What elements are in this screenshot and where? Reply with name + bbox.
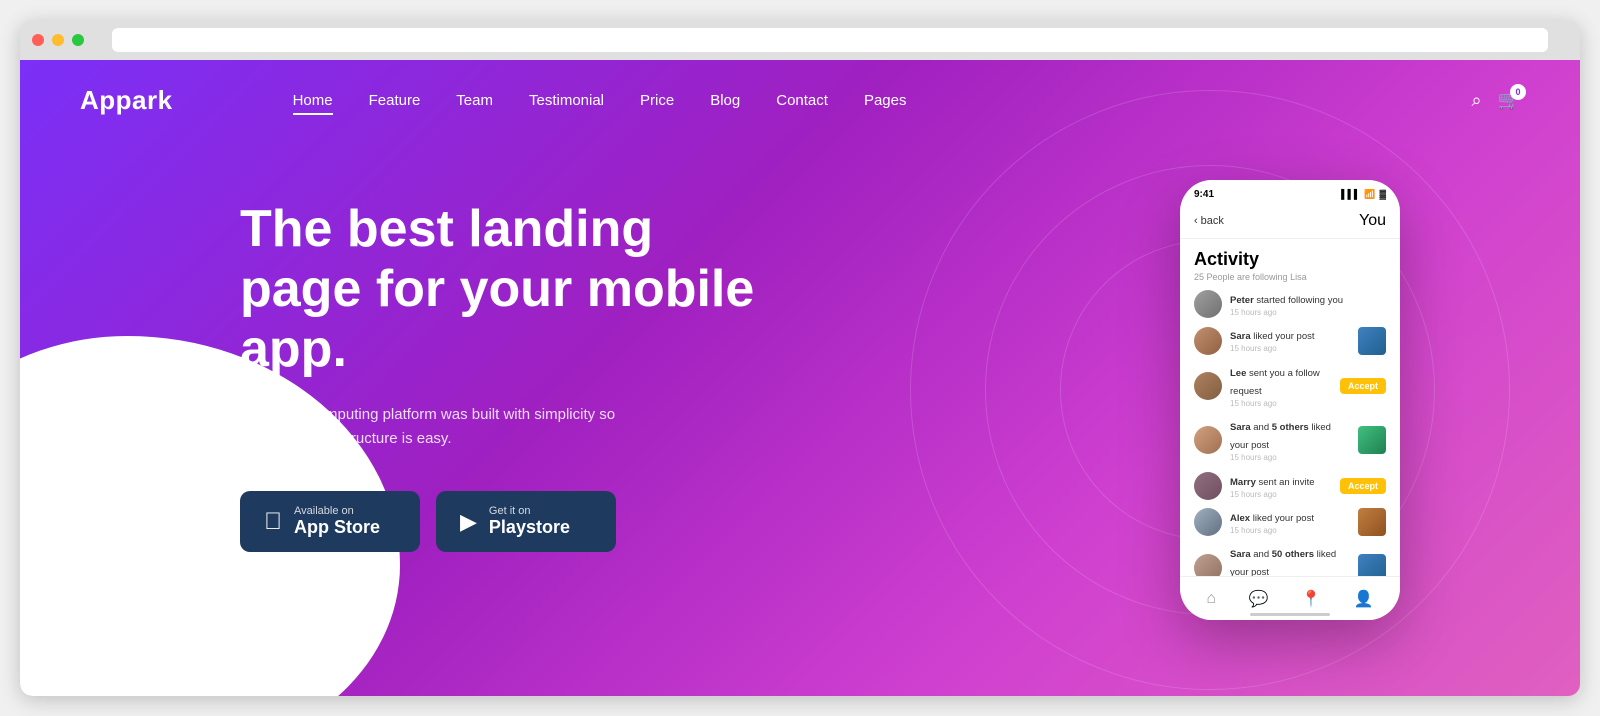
activity-item: Peter started following you15 hours ago <box>1194 290 1386 318</box>
activity-text: Alex liked your post15 hours ago <box>1230 513 1350 536</box>
back-label: back <box>1201 215 1224 227</box>
appstore-button[interactable]:  Available on App Store <box>240 491 420 552</box>
cta-buttons:  Available on App Store ▶ Get it on Pla… <box>240 491 760 552</box>
appstore-big-text: App Store <box>294 517 380 538</box>
phone-status-bar: 9:41 ▌▌▌ 📶 ▓ <box>1180 180 1400 208</box>
header: Appark Home Feature Team Testimonial Pri… <box>20 60 1580 140</box>
activity-text-wrap: Sara liked your post15 hours ago <box>1230 326 1350 354</box>
phone-back-button[interactable]: ‹ back <box>1194 215 1224 227</box>
nav-testimonial[interactable]: Testimonial <box>529 92 604 109</box>
activity-text-wrap: Peter started following you15 hours ago <box>1230 290 1386 318</box>
profile-icon[interactable]: 👤 <box>1354 589 1374 609</box>
activity-text: Sara and 5 others liked your post15 hour… <box>1230 422 1350 463</box>
hero-description: Our cloud computing platform was built w… <box>240 403 640 451</box>
minimize-dot[interactable] <box>52 34 64 46</box>
phone-time: 9:41 <box>1194 189 1214 200</box>
phone-you-label: You <box>1359 212 1386 230</box>
nav-team[interactable]: Team <box>456 92 493 109</box>
playstore-icon: ▶ <box>460 509 477 535</box>
logo[interactable]: Appark <box>80 85 173 116</box>
home-icon[interactable]: ⌂ <box>1206 590 1216 608</box>
accept-button[interactable]: Accept <box>1340 378 1386 394</box>
hero-title: The best landing page for your mobile ap… <box>240 200 760 379</box>
activity-text-wrap: Lee sent you a follow request15 hours ag… <box>1230 363 1332 409</box>
activity-image <box>1358 508 1386 536</box>
avatar <box>1194 508 1222 536</box>
playstore-big-text: Playstore <box>489 517 570 538</box>
avatar <box>1194 372 1222 400</box>
cart-wrapper: 🛒 0 <box>1498 90 1520 111</box>
appstore-small-text: Available on <box>294 505 380 517</box>
nav-feature[interactable]: Feature <box>369 92 421 109</box>
apple-icon:  <box>264 508 282 536</box>
avatar <box>1194 426 1222 454</box>
activity-text-wrap: Marry sent an invite15 hours ago <box>1230 472 1332 500</box>
cart-badge: 0 <box>1510 84 1526 100</box>
activity-text: Marry sent an invite15 hours ago <box>1230 477 1332 500</box>
search-icon[interactable]: ⌕ <box>1471 90 1481 111</box>
signal-icon: ▌▌▌ <box>1341 189 1360 199</box>
activity-item: Sara and 5 others liked your post15 hour… <box>1194 417 1386 463</box>
phone-nav-bar: ‹ back You <box>1180 208 1400 239</box>
activity-text-wrap: Sara and 5 others liked your post15 hour… <box>1230 417 1350 463</box>
activity-text: Sara liked your post15 hours ago <box>1230 331 1350 354</box>
comment-icon[interactable]: 💬 <box>1249 589 1269 609</box>
activity-item: Alex liked your post15 hours ago <box>1194 508 1386 536</box>
phone-status-right: ▌▌▌ 📶 ▓ <box>1341 189 1386 200</box>
browser-toolbar <box>20 20 1580 60</box>
phone-mockup: 9:41 ▌▌▌ 📶 ▓ ‹ back You <box>1180 180 1400 620</box>
nav-contact[interactable]: Contact <box>776 92 828 109</box>
nav-pages[interactable]: Pages <box>864 92 907 109</box>
battery-icon: ▓ <box>1379 189 1386 199</box>
browser-window: Appark Home Feature Team Testimonial Pri… <box>20 20 1580 696</box>
hero-left: The best landing page for your mobile ap… <box>240 180 760 552</box>
playstore-button[interactable]: ▶ Get it on Playstore <box>436 491 616 552</box>
activity-title: Activity <box>1194 249 1386 270</box>
nav: Home Feature Team Testimonial Price Blog… <box>293 92 1472 109</box>
activity-subtitle: 25 People are following Lisa <box>1194 272 1386 282</box>
location-icon[interactable]: 📍 <box>1301 589 1321 609</box>
playstore-small-text: Get it on <box>489 505 570 517</box>
maximize-dot[interactable] <box>72 34 84 46</box>
nav-blog[interactable]: Blog <box>710 92 740 109</box>
wifi-icon: 📶 <box>1364 189 1375 200</box>
avatar <box>1194 327 1222 355</box>
nav-price[interactable]: Price <box>640 92 674 109</box>
phone-activity-content: Activity 25 People are following Lisa Pe… <box>1180 239 1400 609</box>
activity-item: Sara liked your post15 hours ago <box>1194 326 1386 354</box>
activity-text: Peter started following you15 hours ago <box>1230 295 1386 318</box>
activity-image <box>1358 426 1386 454</box>
close-dot[interactable] <box>32 34 44 46</box>
activity-item: Lee sent you a follow request15 hours ag… <box>1194 363 1386 409</box>
avatar <box>1194 290 1222 318</box>
phone-screen: 9:41 ▌▌▌ 📶 ▓ ‹ back You <box>1180 180 1400 620</box>
activity-text-wrap: Alex liked your post15 hours ago <box>1230 508 1350 536</box>
header-icons: ⌕ 🛒 0 <box>1471 90 1520 111</box>
accept-button[interactable]: Accept <box>1340 478 1386 494</box>
page-content: Appark Home Feature Team Testimonial Pri… <box>20 60 1580 696</box>
nav-home[interactable]: Home <box>293 92 333 109</box>
home-indicator <box>1250 613 1330 616</box>
activity-item: Marry sent an invite15 hours ago Accept <box>1194 472 1386 500</box>
playstore-text: Get it on Playstore <box>489 505 570 538</box>
activity-image <box>1358 327 1386 355</box>
back-chevron-icon: ‹ <box>1194 215 1198 227</box>
url-bar[interactable] <box>112 28 1548 52</box>
activity-text: Lee sent you a follow request15 hours ag… <box>1230 368 1332 409</box>
avatar <box>1194 472 1222 500</box>
appstore-text: Available on App Store <box>294 505 380 538</box>
